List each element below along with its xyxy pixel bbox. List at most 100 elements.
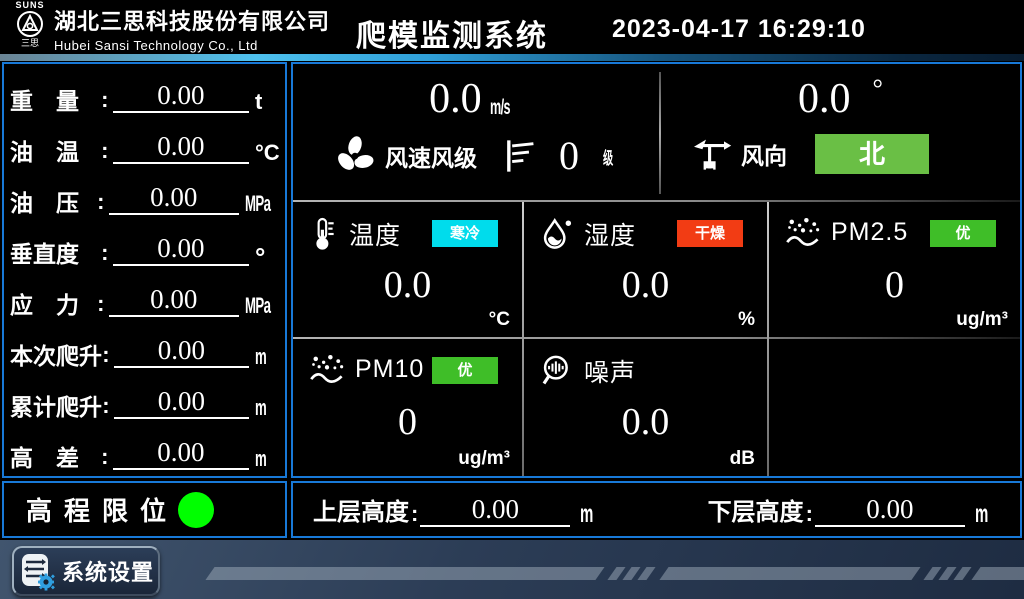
grid-separator-vertical-2 xyxy=(767,202,769,476)
metric-unit: °C xyxy=(255,142,285,164)
thermometer-icon xyxy=(309,216,339,252)
footer-bar: 系统设置 xyxy=(0,540,1024,599)
sensor-value: 0.0 xyxy=(295,266,520,304)
wind-speed-unit: m/s xyxy=(490,96,510,120)
metric-value: 0.00 xyxy=(114,337,249,368)
colon: : xyxy=(99,138,111,164)
lower-height-group: 下层高度 : 0.00 m xyxy=(708,492,997,527)
colon: : xyxy=(411,501,418,527)
metric-unit: m xyxy=(255,397,266,419)
layer-heights-panel: 上层高度 : 0.00 m 下层高度 : 0.00 m xyxy=(291,481,1022,538)
metric-row-current-climb: 本次爬升 : 0.00 m xyxy=(4,322,285,373)
metric-value: 0.00 xyxy=(113,439,249,470)
metric-row-oil-temp: 油 温 : 0.00 °C xyxy=(4,118,285,169)
pm10-status-badge: 优 xyxy=(432,357,498,384)
sensor-unit: dB xyxy=(730,448,755,470)
colon: : xyxy=(95,291,106,317)
metric-row-stress: 应 力 : 0.00 MPa xyxy=(4,271,285,322)
sensor-value: 0.0 xyxy=(526,266,765,304)
metric-label: 垂直度 xyxy=(10,242,99,266)
wind-level-unit: 级 xyxy=(603,144,613,169)
metric-value: 0.00 xyxy=(113,235,249,266)
upper-height-label: 上层高度 xyxy=(313,492,409,527)
metric-value: 0.00 xyxy=(109,286,240,317)
logo-text-suns: SUNS xyxy=(8,1,52,10)
wind-divider xyxy=(659,72,661,194)
header-gradient-strip xyxy=(0,54,1024,61)
sensor-value: 0 xyxy=(295,403,520,441)
elevation-limit-label: 高程限位 xyxy=(26,491,178,528)
noise-meter-icon xyxy=(540,354,574,388)
metric-label: 累计爬升 xyxy=(10,395,100,419)
wind-speed-section: 0.0 m/s 风速风级 xyxy=(293,64,659,200)
metric-unit: m xyxy=(255,448,266,470)
sensor-label: PM2.5 xyxy=(831,218,908,247)
decor-stripe xyxy=(659,567,920,580)
wind-direction-unit: ° xyxy=(873,76,883,102)
upper-height-value: 0.00 xyxy=(420,496,570,527)
metric-row-verticality: 垂直度 : 0.00 ° xyxy=(4,220,285,271)
sensor-unit: ug/m³ xyxy=(956,309,1008,331)
sensor-label: 温度 xyxy=(349,216,401,252)
upper-height-unit: m xyxy=(580,502,593,527)
colon: : xyxy=(99,444,111,470)
system-settings-button[interactable]: 系统设置 xyxy=(12,546,160,596)
sensor-cell-humidity: 湿度 干燥 0.0 % xyxy=(526,204,765,335)
elevation-limit-indicator xyxy=(178,492,214,528)
metric-row-height-diff: 高 差 : 0.00 m xyxy=(4,424,285,475)
company-name-cn: 湖北三思科技股份有限公司 xyxy=(54,4,330,36)
metric-unit: MPa xyxy=(245,295,270,317)
sensor-value: 0.0 xyxy=(526,403,765,441)
wind-level-value: 0 xyxy=(559,136,579,176)
grid-separator-horizontal-1 xyxy=(293,200,1020,202)
metric-value: 0.00 xyxy=(109,184,240,215)
monitor-screen: SUNS 三思 湖北三思科技股份有限公司 Hubei Sansi Technol… xyxy=(0,0,1024,599)
company-logo: SUNS 三思 xyxy=(8,1,52,48)
metric-unit: ° xyxy=(255,248,285,266)
metric-unit: MPa xyxy=(245,193,270,215)
temperature-status-badge: 寒冷 xyxy=(432,220,498,247)
metrics-panel: 重 量 : 0.00 t 油 温 : 0.00 °C 油 压 : 0.00 MP… xyxy=(2,62,287,478)
metric-unit: m xyxy=(255,346,266,368)
wind-speed-label: 风速风级 xyxy=(385,139,477,173)
wind-direction-label: 风向 xyxy=(741,137,787,171)
decor-stripe xyxy=(205,567,604,580)
decor-stripe xyxy=(971,567,1024,580)
colon: : xyxy=(100,342,112,368)
sensor-label: 噪声 xyxy=(584,353,636,389)
droplet-icon xyxy=(540,217,574,251)
gear-icon xyxy=(38,574,55,591)
sensor-unit: % xyxy=(738,309,755,331)
settings-sliders-icon xyxy=(18,551,56,591)
sensor-cell-noise: 噪声 0.0 dB xyxy=(526,341,765,474)
sensor-cell-pm25: PM2.5 优 0 ug/m³ xyxy=(771,204,1018,335)
wind-direction-section: 0.0 ° 风向 北 xyxy=(661,64,1020,200)
metric-row-weight: 重 量 : 0.00 t xyxy=(4,67,285,118)
lower-height-label: 下层高度 xyxy=(708,492,804,527)
metric-value: 0.00 xyxy=(113,133,249,164)
metric-label: 重 量 xyxy=(10,89,99,113)
colon: : xyxy=(100,393,112,419)
metric-label: 油 压 xyxy=(10,191,95,215)
grid-separator-vertical-1 xyxy=(522,202,524,476)
lower-height-unit: m xyxy=(975,502,988,527)
page-title: 爬模监测系统 xyxy=(356,11,548,55)
metric-label: 油 温 xyxy=(10,140,99,164)
metric-value: 0.00 xyxy=(114,388,249,419)
metric-value: 0.00 xyxy=(113,82,249,113)
sensor-cell-pm10: PM10 优 0 ug/m³ xyxy=(295,341,520,474)
wind-direction-badge: 北 xyxy=(815,134,929,174)
decor-slash xyxy=(637,567,655,580)
datetime-display: 2023-04-17 16:29:10 xyxy=(612,15,866,44)
colon: : xyxy=(806,501,813,527)
metric-label: 本次爬升 xyxy=(10,344,100,368)
pm25-status-badge: 优 xyxy=(930,220,996,247)
metric-label: 应 力 xyxy=(10,293,95,317)
sansi-logo-icon xyxy=(16,10,44,38)
metric-label: 高 差 xyxy=(10,446,99,470)
company-name-en: Hubei Sansi Technology Co., Ltd xyxy=(54,38,330,53)
elevation-limit-panel: 高程限位 xyxy=(2,481,287,538)
wind-speed-value: 0.0 xyxy=(429,78,482,120)
metric-row-oil-pressure: 油 压 : 0.00 MPa xyxy=(4,169,285,220)
metric-row-total-climb: 累计爬升 : 0.00 m xyxy=(4,373,285,424)
